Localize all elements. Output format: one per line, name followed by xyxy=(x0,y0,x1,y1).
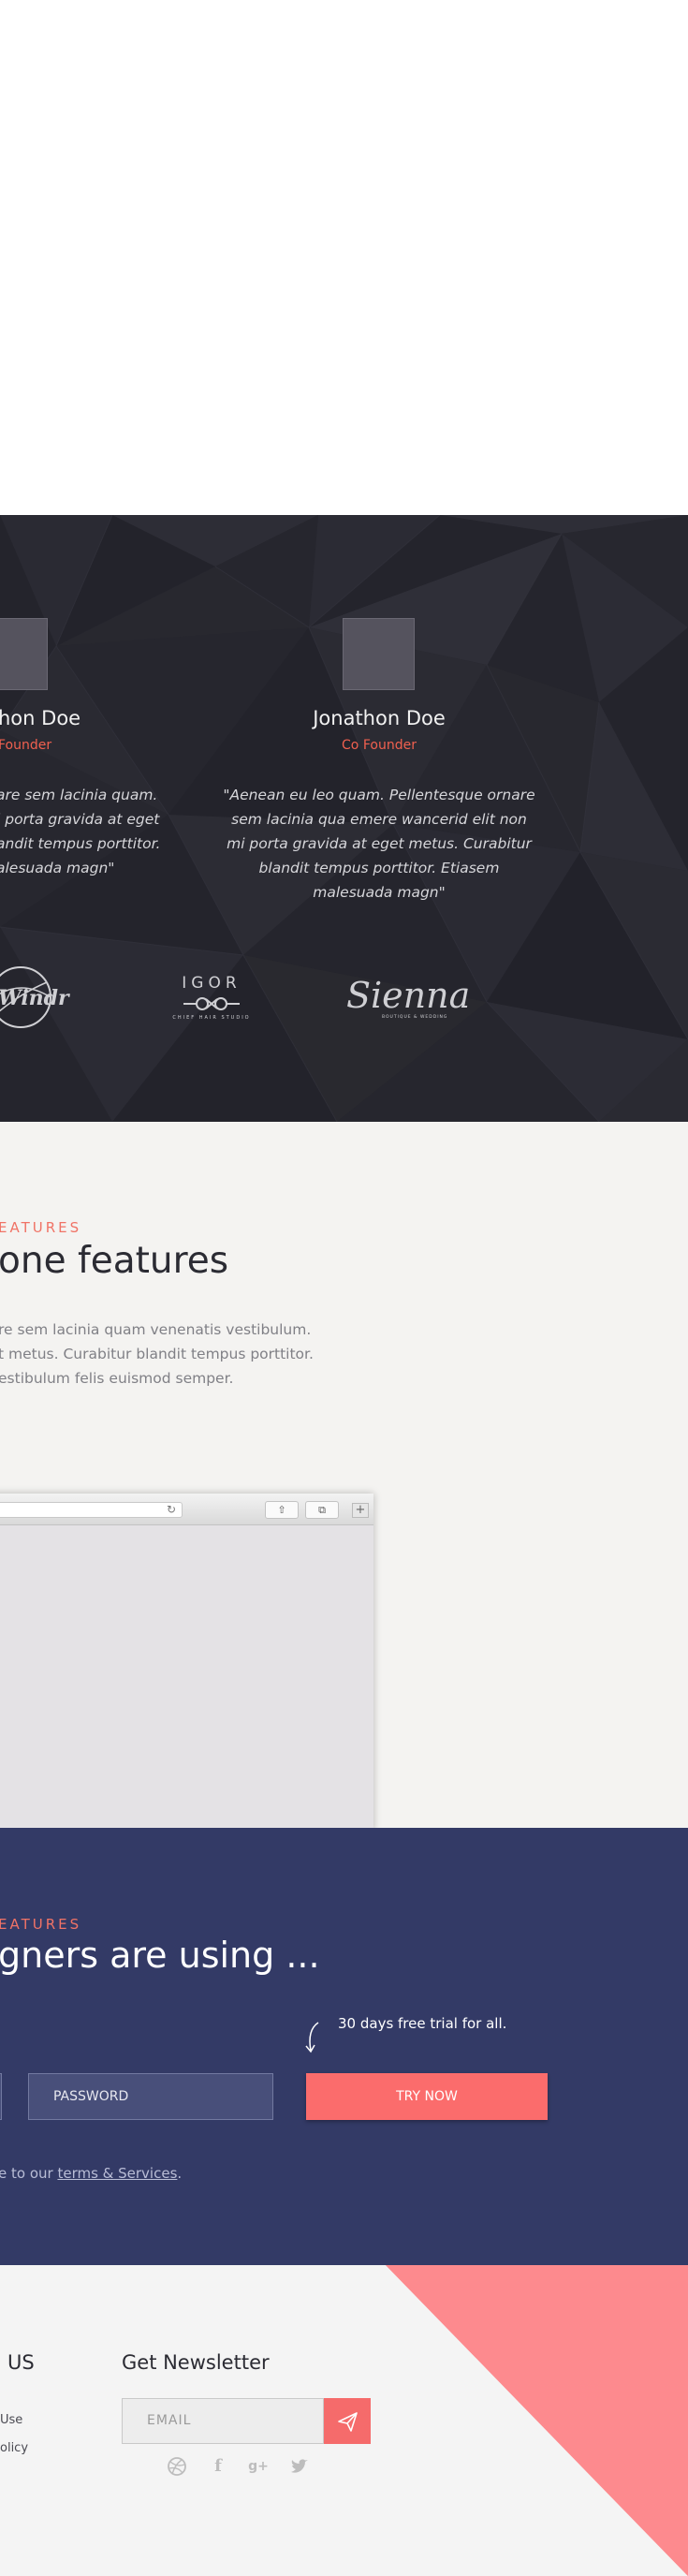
testimonial-role: Founder xyxy=(0,738,52,753)
terms-prefix: e to our xyxy=(0,2165,58,2182)
scissors-icon xyxy=(183,997,240,1010)
tabs-icon: ⧉ xyxy=(305,1501,339,1519)
browser-url-bar xyxy=(0,1502,183,1518)
logo-igor-title: IGOR xyxy=(182,974,242,993)
footer-link[interactable]: Use xyxy=(0,2413,22,2427)
quote-line: i porta gravida at eget xyxy=(0,811,160,828)
description-line: t metus. Curabitur blandit tempus portti… xyxy=(0,1346,314,1362)
quote-line: "Aenean eu leo quam. Pellentesque ornare xyxy=(223,787,535,803)
paper-plane-icon xyxy=(338,2412,358,2432)
quote-line: are sem lacinia quam. xyxy=(0,787,158,803)
logo-sienna-subtitle: BOUTIQUE & WEDDING xyxy=(382,1015,448,1020)
share-icon: ⇧ xyxy=(265,1501,299,1519)
section-eyebrow: EATURES xyxy=(0,1219,82,1236)
section-title: gners are using ... xyxy=(0,1935,320,1976)
browser-toolbar: ↻ ⇧ ⧉ + xyxy=(0,1494,373,1525)
dribbble-icon[interactable] xyxy=(167,2456,187,2477)
quote-line: mi porta gravida at eget metus. Curabitu… xyxy=(227,835,532,852)
testimonial-role: Co Founder xyxy=(342,738,417,753)
email-field[interactable] xyxy=(0,2073,2,2120)
logo-sienna: Sienna BOUTIQUE & WEDDING xyxy=(346,974,477,1039)
logo-igor: IGOR CHIEF HAIR STUDIO xyxy=(165,974,258,1039)
testimonial-name: hon Doe xyxy=(0,707,81,729)
trial-note: 30 days free trial for all. xyxy=(338,2015,507,2032)
facebook-icon[interactable]: f xyxy=(208,2456,228,2477)
terms-text: e to our terms & Services. xyxy=(0,2165,182,2182)
terms-suffix: . xyxy=(177,2165,183,2182)
reload-icon: ↻ xyxy=(167,1503,177,1516)
avatar xyxy=(0,618,48,690)
quote-line: sem lacinia qua emere wancerid elit non xyxy=(231,811,527,828)
section-eyebrow: EATURES xyxy=(0,1916,82,1933)
footer: US Use olicy Get Newsletter EMAIL f g+ xyxy=(0,2265,688,2576)
send-button[interactable] xyxy=(324,2398,371,2444)
quote-line: blandit tempus porttitor. Etiasem xyxy=(258,860,500,876)
browser-mockup: ↻ ⇧ ⧉ + xyxy=(0,1494,373,1828)
logo-windr: Windr xyxy=(0,960,69,1035)
logo-windr-text: Windr xyxy=(0,986,69,1010)
password-field[interactable]: PASSWORD xyxy=(28,2073,273,2120)
features-section: EATURES one features re sem lacinia quam… xyxy=(0,1122,688,1828)
newsletter-heading: Get Newsletter xyxy=(122,2351,270,2374)
description-line: re sem lacinia quam venenatis vestibulum… xyxy=(0,1321,312,1338)
new-tab-icon: + xyxy=(352,1503,369,1518)
logo-sienna-text: Sienna xyxy=(346,975,471,1016)
twitter-icon[interactable] xyxy=(289,2456,310,2477)
curved-arrow-icon xyxy=(305,2022,319,2053)
quote-line: malesuada magn" xyxy=(313,884,446,901)
signup-section: EATURES gners are using ... 30 days free… xyxy=(0,1828,688,2265)
try-now-button[interactable]: TRY NOW xyxy=(306,2073,548,2120)
avatar xyxy=(343,618,415,690)
footer-link[interactable]: olicy xyxy=(0,2441,28,2455)
google-plus-icon[interactable]: g+ xyxy=(248,2456,269,2477)
description-line: estibulum felis euismod semper. xyxy=(0,1370,234,1387)
quote-line: andit tempus porttitor. xyxy=(0,835,161,852)
logo-igor-subtitle: CHIEF HAIR STUDIO xyxy=(172,1015,251,1021)
testimonial-name: Jonathon Doe xyxy=(313,707,446,729)
section-title: one features xyxy=(0,1240,229,1282)
terms-link[interactable]: terms & Services xyxy=(57,2165,177,2182)
contact-heading: US xyxy=(7,2351,35,2374)
quote-line: alesuada magn" xyxy=(0,860,115,876)
testimonials-section: hon Doe Founder are sem lacinia quam. i … xyxy=(0,515,688,1122)
newsletter-email-input[interactable]: EMAIL xyxy=(122,2398,324,2444)
